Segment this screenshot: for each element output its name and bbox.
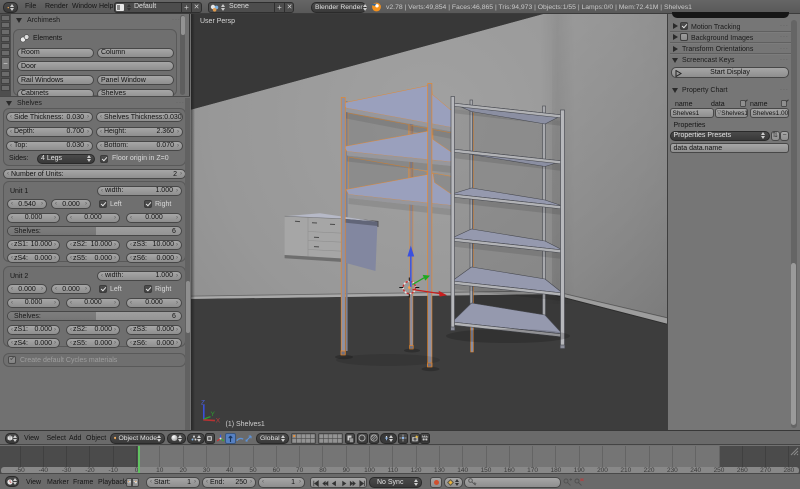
svg-text:Z: Z: [201, 400, 205, 407]
svg-text:User Persp: User Persp: [200, 18, 235, 25]
svg-text:(1) Shelves1: (1) Shelves1: [226, 421, 265, 428]
svg-text:X: X: [216, 418, 221, 425]
svg-text:Y: Y: [211, 411, 216, 418]
